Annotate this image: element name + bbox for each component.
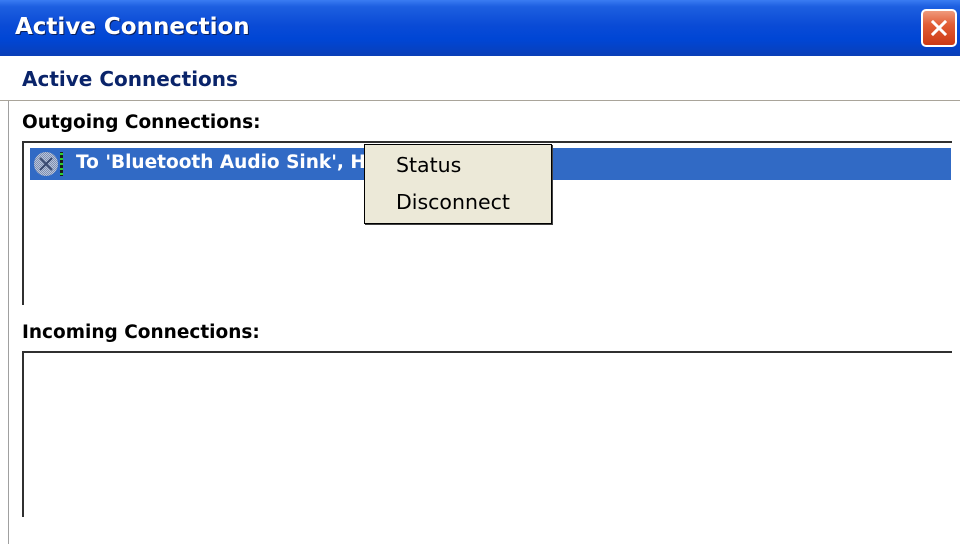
title-bar[interactable]: Active Connection: [0, 0, 960, 56]
menu-item-label: Disconnect: [396, 190, 510, 214]
menu-item-label: Status: [396, 153, 462, 177]
menu-item-status[interactable]: Status: [366, 147, 550, 183]
window-title: Active Connection: [15, 14, 250, 40]
close-x-icon: [931, 20, 947, 36]
header-panel: Active Connections: [0, 56, 960, 101]
menu-item-disconnect[interactable]: Disconnect: [366, 184, 550, 220]
incoming-connections-label: Incoming Connections:: [22, 322, 260, 343]
context-menu: Status Disconnect: [364, 144, 552, 224]
outgoing-connections-label: Outgoing Connections:: [22, 112, 261, 133]
close-button[interactable]: [921, 9, 957, 47]
bluetooth-connection-icon: [34, 152, 63, 176]
incoming-connections-list[interactable]: [22, 351, 952, 517]
page-title: Active Connections: [22, 67, 238, 91]
left-border: [8, 101, 9, 544]
